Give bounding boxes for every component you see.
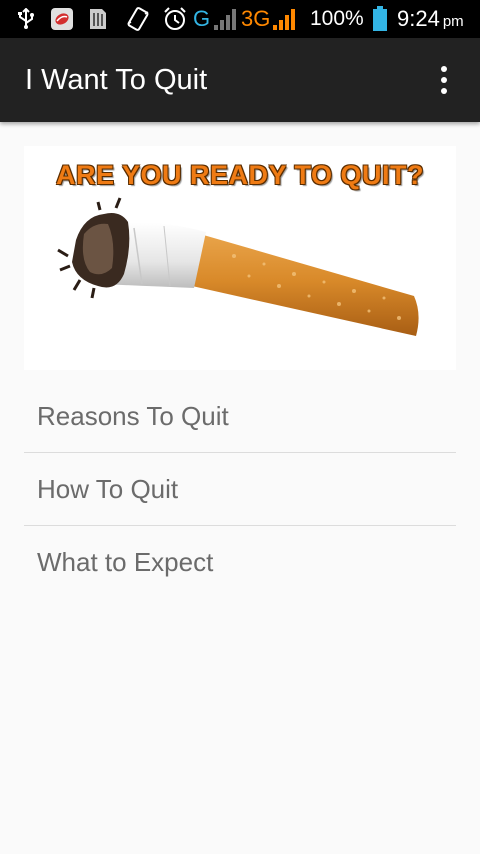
menu-item-label: Reasons To Quit bbox=[37, 400, 229, 431]
alarm-icon bbox=[162, 0, 188, 38]
menu-item-label: What to Expect bbox=[37, 547, 214, 577]
signal-3g-icon bbox=[272, 0, 298, 38]
menu-list: Reasons To Quit How To Quit What to Expe… bbox=[24, 380, 456, 599]
sim-card-icon bbox=[88, 0, 108, 38]
battery-icon bbox=[372, 0, 388, 38]
status-bar: G 3G 100% 9:24 pm bbox=[0, 0, 480, 38]
menu-item-reasons-to-quit[interactable]: Reasons To Quit bbox=[24, 380, 456, 453]
clock-ampm: pm bbox=[442, 13, 464, 30]
battery-percent: 100% bbox=[310, 7, 364, 30]
overflow-dot bbox=[441, 77, 447, 83]
clock-time: 9:24 bbox=[397, 6, 440, 31]
notification-app-icon bbox=[50, 0, 74, 38]
cigarette-butt-illustration bbox=[57, 197, 419, 336]
overflow-dot bbox=[441, 66, 447, 72]
menu-item-label: How To Quit bbox=[37, 473, 179, 504]
network-g-label: G bbox=[193, 6, 211, 31]
app-bar: I Want To Quit bbox=[0, 38, 480, 122]
signal-icon bbox=[213, 0, 239, 38]
menu-item-how-to-quit[interactable]: How To Quit bbox=[24, 453, 456, 526]
banner-image: ARE YOU READY TO QUIT? bbox=[24, 146, 456, 370]
overflow-dot bbox=[441, 88, 447, 94]
app-title: I Want To Quit bbox=[25, 64, 208, 96]
clock: 9:24 pm bbox=[397, 0, 464, 38]
network-3g-label: 3G bbox=[241, 6, 271, 31]
usb-icon bbox=[16, 0, 36, 38]
more-vert-icon[interactable] bbox=[428, 62, 460, 98]
menu-item-what-to-expect[interactable]: What to Expect bbox=[24, 526, 456, 599]
vibrate-icon bbox=[125, 0, 151, 38]
